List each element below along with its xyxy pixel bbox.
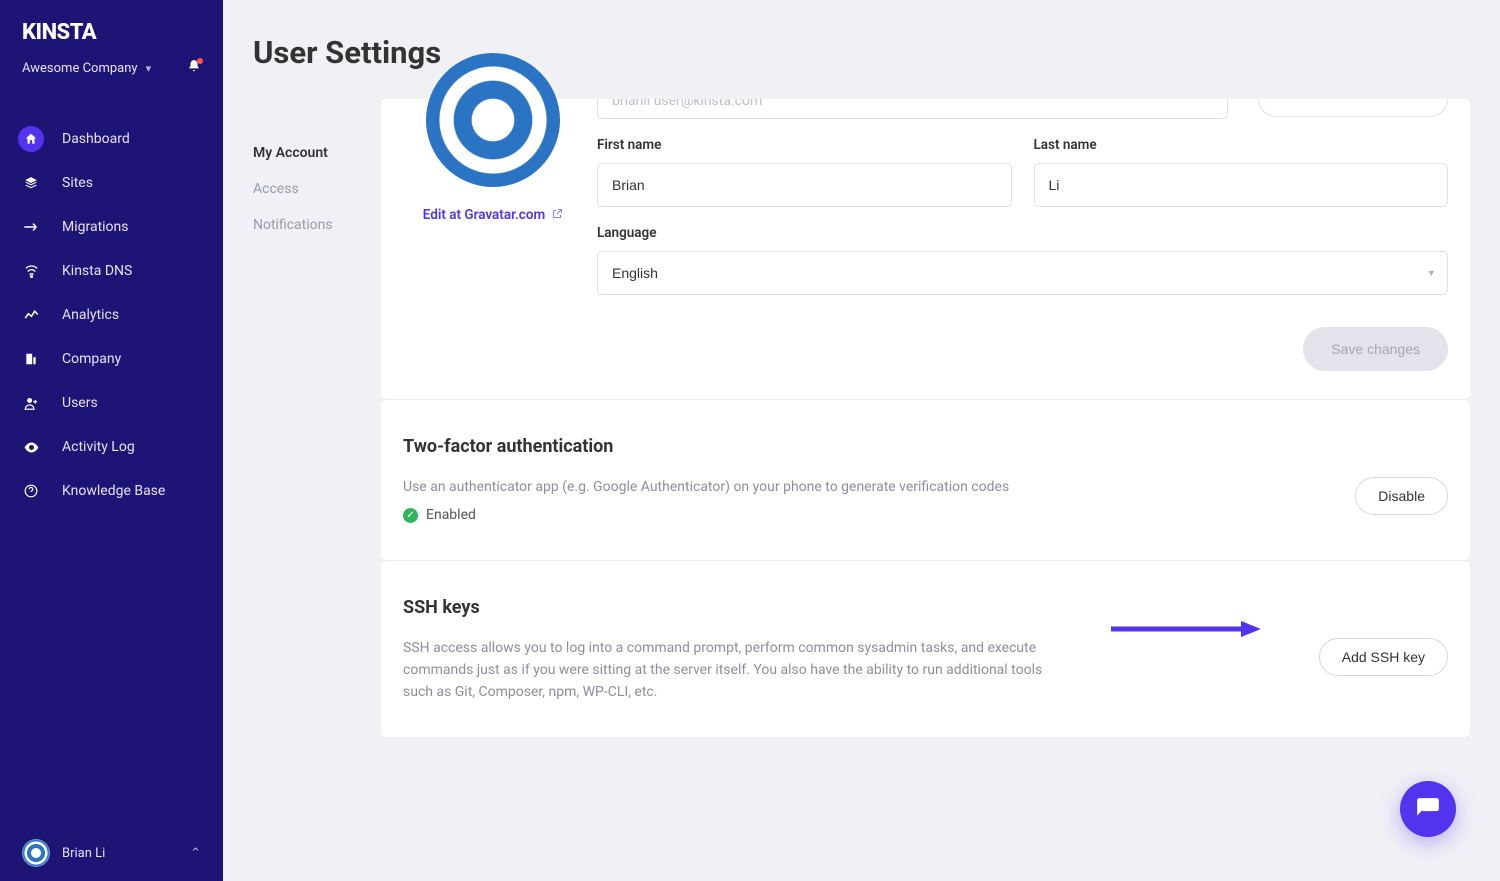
- avatar: [22, 839, 50, 867]
- brand-logo: KINSTA: [22, 20, 201, 45]
- last-name-label: Last name: [1034, 137, 1449, 153]
- analytics-icon: [18, 302, 44, 328]
- company-switcher[interactable]: Awesome Company ▾: [22, 61, 151, 76]
- dns-icon: [18, 258, 44, 284]
- footer-user-name: Brian Li: [62, 846, 105, 861]
- user-plus-icon: [18, 390, 44, 416]
- language-select[interactable]: [597, 251, 1448, 295]
- account-card: Edit at Gravatar.com brianli user@kinsta…: [381, 99, 1470, 399]
- disable-2fa-button[interactable]: Disable: [1355, 477, 1448, 515]
- twofa-description: Use an authenticator app (e.g. Google Au…: [403, 477, 1325, 499]
- chevron-down-icon: ▾: [1428, 267, 1434, 280]
- truncated-button[interactable]: [1258, 99, 1448, 117]
- email-field[interactable]: brianli user@kinsta.com: [597, 99, 1228, 119]
- chat-fab[interactable]: [1400, 781, 1456, 837]
- ssh-title: SSH keys: [403, 597, 1448, 618]
- chevron-down-icon: ▾: [146, 62, 152, 75]
- add-ssh-key-button[interactable]: Add SSH key: [1319, 638, 1448, 676]
- help-icon: [18, 478, 44, 504]
- avatar-large: [426, 53, 560, 187]
- settings-subnav: My Account Access Notifications: [253, 99, 351, 737]
- ssh-card: SSH keys SSH access allows you to log in…: [381, 560, 1470, 737]
- annotation-arrow: [1111, 619, 1261, 639]
- save-changes-button[interactable]: Save changes: [1303, 327, 1448, 371]
- nav-label: Knowledge Base: [62, 483, 165, 499]
- sidebar-footer-user[interactable]: Brian Li ⌃: [0, 825, 223, 881]
- sidebar-item-migrations[interactable]: Migrations: [0, 205, 223, 249]
- sidebar-nav: Dashboard Sites Migrations Kinsta DNS An…: [0, 89, 223, 825]
- ssh-description: SSH access allows you to log into a comm…: [403, 638, 1053, 703]
- bell-icon[interactable]: [187, 59, 201, 77]
- first-name-label: First name: [597, 137, 1012, 153]
- twofa-title: Two-factor authentication: [403, 436, 1448, 457]
- nav-label: Users: [62, 395, 98, 411]
- company-name: Awesome Company: [22, 61, 138, 76]
- chat-icon: [1415, 796, 1441, 822]
- sidebar-item-dns[interactable]: Kinsta DNS: [0, 249, 223, 293]
- sidebar-item-analytics[interactable]: Analytics: [0, 293, 223, 337]
- nav-label: Kinsta DNS: [62, 263, 132, 279]
- nav-label: Sites: [62, 175, 93, 191]
- sidebar-item-activity[interactable]: Activity Log: [0, 425, 223, 469]
- sidebar-item-users[interactable]: Users: [0, 381, 223, 425]
- layers-icon: [18, 170, 44, 196]
- nav-label: Migrations: [62, 219, 129, 235]
- sidebar: KINSTA Awesome Company ▾ Dashboard Sites…: [0, 0, 223, 881]
- sidebar-item-kb[interactable]: Knowledge Base: [0, 469, 223, 513]
- chevron-up-icon: ⌃: [190, 846, 201, 861]
- external-link-icon: [551, 208, 563, 223]
- subnav-notifications[interactable]: Notifications: [253, 207, 351, 243]
- nav-label: Analytics: [62, 307, 119, 323]
- twofa-status: Enabled: [426, 505, 476, 527]
- subnav-access[interactable]: Access: [253, 171, 351, 207]
- check-icon: ✓: [403, 508, 418, 523]
- nav-label: Dashboard: [62, 131, 130, 147]
- gravatar-link-text: Edit at Gravatar.com: [423, 207, 545, 223]
- building-icon: [18, 346, 44, 372]
- sidebar-item-sites[interactable]: Sites: [0, 161, 223, 205]
- page-title: User Settings: [223, 0, 1500, 99]
- subnav-my-account[interactable]: My Account: [253, 135, 351, 171]
- twofa-card: Two-factor authentication Use an authent…: [381, 399, 1470, 560]
- main: User Settings My Account Access Notifica…: [223, 0, 1500, 881]
- eye-icon: [18, 434, 44, 460]
- sidebar-item-company[interactable]: Company: [0, 337, 223, 381]
- nav-label: Company: [62, 351, 121, 367]
- gravatar-link[interactable]: Edit at Gravatar.com: [423, 207, 563, 223]
- sidebar-item-dashboard[interactable]: Dashboard: [0, 117, 223, 161]
- first-name-input[interactable]: [597, 163, 1012, 207]
- home-icon: [18, 126, 44, 152]
- nav-label: Activity Log: [62, 439, 135, 455]
- language-label: Language: [597, 225, 1448, 241]
- migrate-icon: [18, 214, 44, 240]
- last-name-input[interactable]: [1034, 163, 1449, 207]
